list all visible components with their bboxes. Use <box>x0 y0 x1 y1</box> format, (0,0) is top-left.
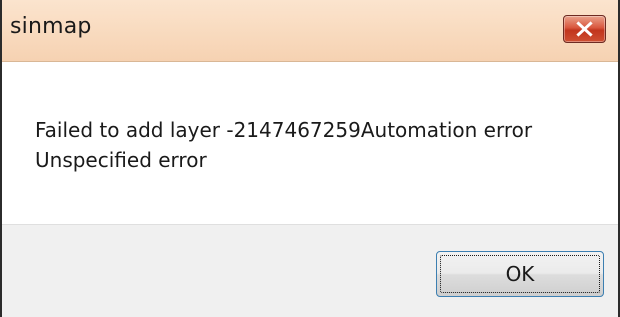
error-message-line-1: Failed to add layer -2147467259Automatio… <box>35 118 533 142</box>
error-message: Failed to add layer -2147467259Automatio… <box>35 115 595 175</box>
button-bar: OK <box>2 224 618 317</box>
title-bar[interactable]: sinmap <box>2 0 618 62</box>
ok-button[interactable]: OK <box>436 251 604 297</box>
message-dialog: sinmap Failed to add layer -2147467259Au… <box>0 0 620 317</box>
close-icon <box>576 21 593 37</box>
ok-button-label: OK <box>505 262 535 286</box>
dialog-content: Failed to add layer -2147467259Automatio… <box>2 62 618 224</box>
error-message-line-2: Unspecified error <box>35 148 207 172</box>
close-button[interactable] <box>563 15 606 43</box>
window-title: sinmap <box>10 14 92 39</box>
